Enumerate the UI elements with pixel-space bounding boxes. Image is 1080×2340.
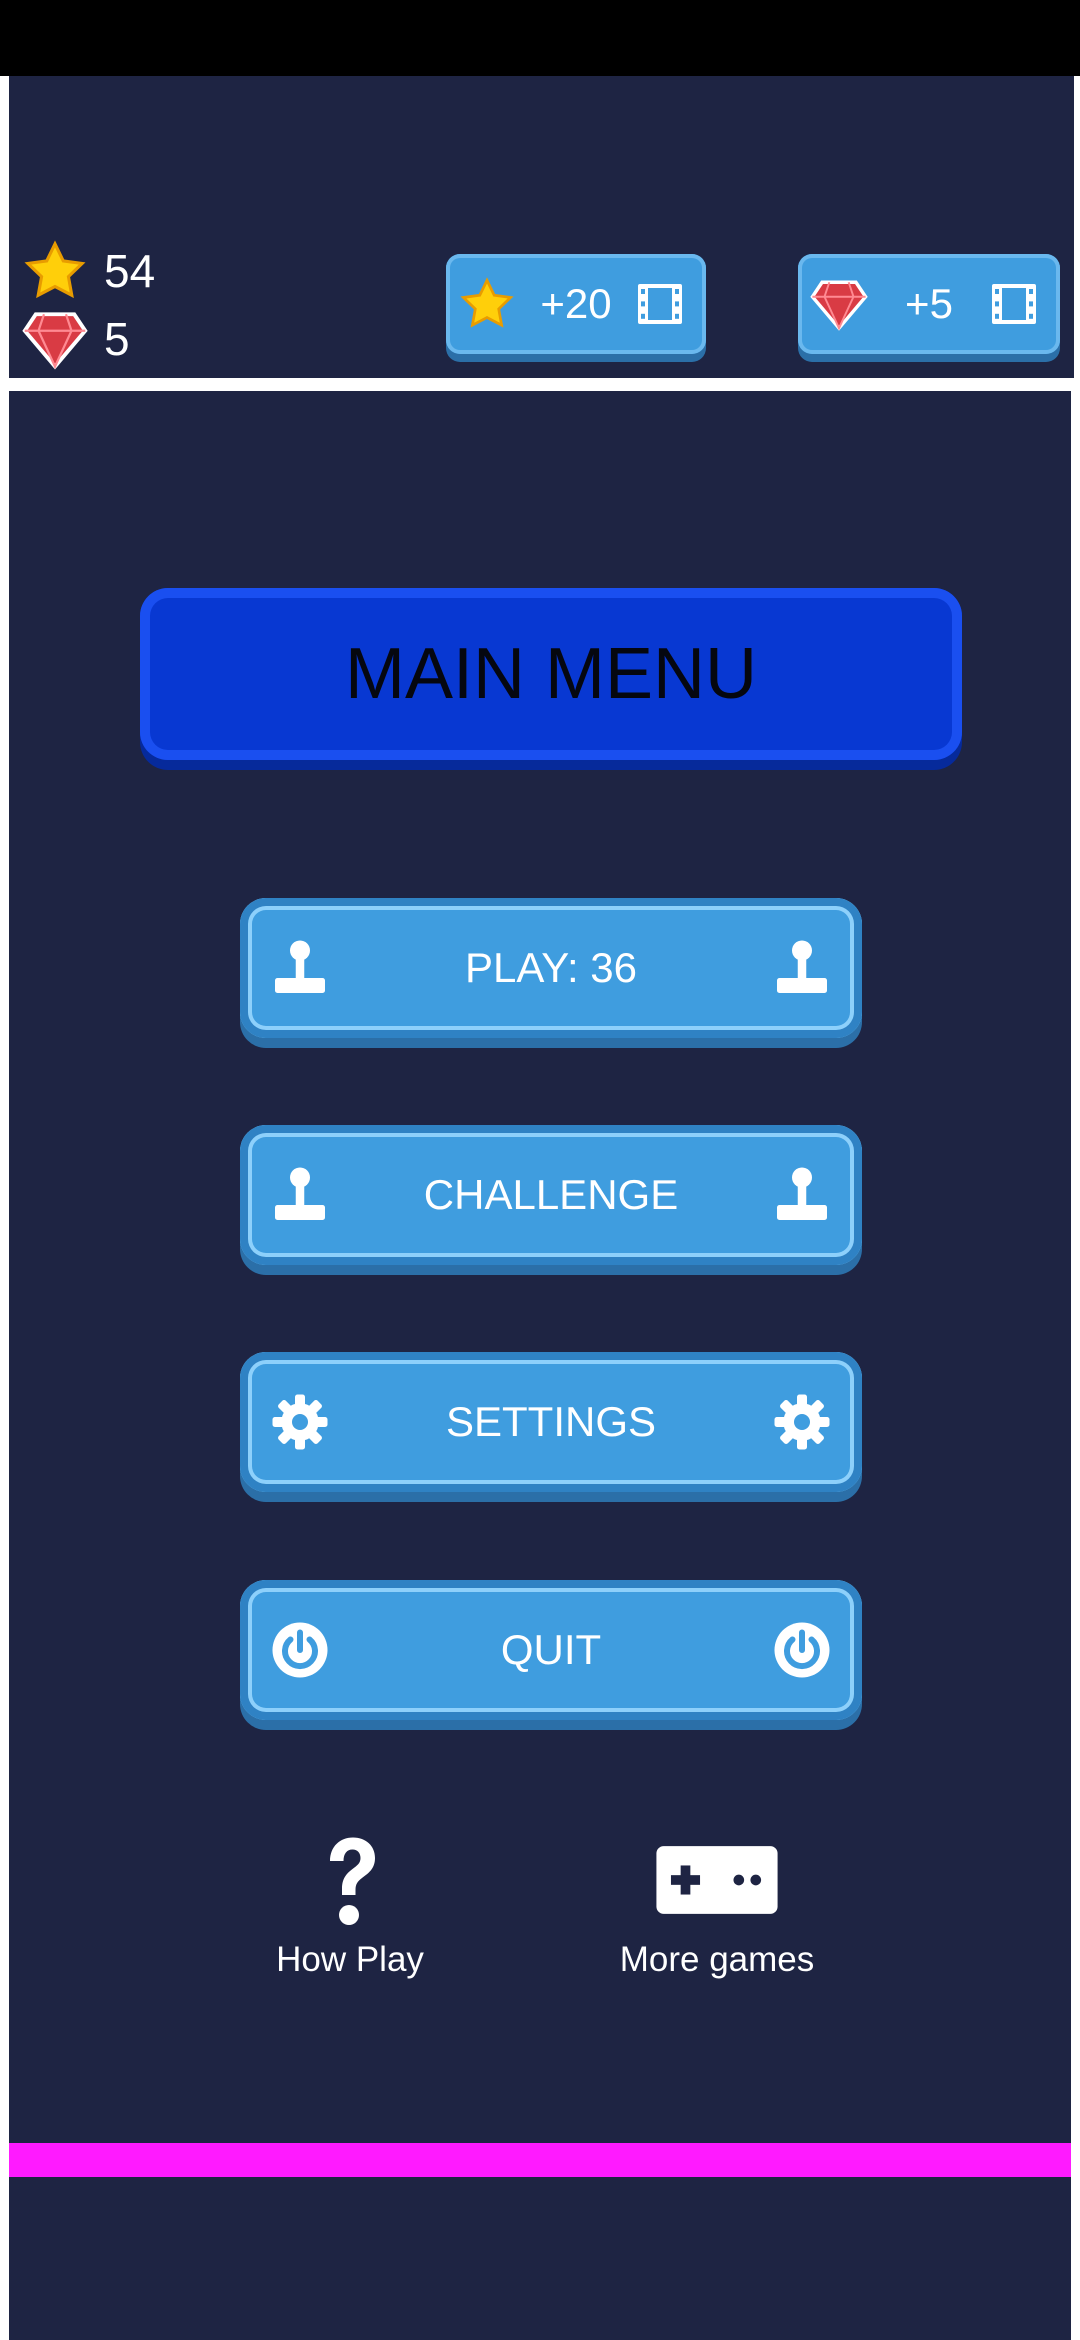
how-play-label: How Play [276, 1940, 424, 1979]
main-menu-title-box: MAIN MENU [140, 588, 962, 760]
play-button[interactable]: PLAY: 36 [240, 898, 862, 1038]
quit-button[interactable]: QUIT [240, 1580, 862, 1720]
joystick-icon [777, 1167, 827, 1220]
settings-button[interactable]: SETTINGS [240, 1352, 862, 1492]
star-icon [24, 240, 86, 299]
star-count: 54 [22, 240, 155, 302]
settings-button-label: SETTINGS [445, 1398, 657, 1445]
joystick-icon [275, 1167, 325, 1220]
power-icon [272, 1622, 328, 1678]
gear-icon [272, 1394, 328, 1450]
reward-gems-label: +5 [905, 280, 953, 327]
gamepad-icon [656, 1846, 778, 1914]
divider [0, 378, 1080, 391]
watch-ad-gems-button[interactable]: +5 [798, 254, 1060, 354]
film-icon [992, 284, 1036, 324]
challenge-button-label: CHALLENGE [423, 1171, 679, 1218]
gem-count-value: 5 [104, 313, 130, 365]
status-bar [0, 0, 1080, 76]
gear-icon [774, 1394, 830, 1450]
joystick-icon [275, 940, 325, 993]
gem-icon [810, 280, 868, 331]
more-games-button[interactable]: More games [597, 1830, 837, 1980]
challenge-button[interactable]: CHALLENGE [240, 1125, 862, 1265]
more-games-label: More games [619, 1940, 815, 1979]
question-mark-icon [330, 1837, 375, 1925]
watch-ad-stars-button[interactable]: +20 [446, 254, 706, 354]
gem-count: 5 [22, 308, 130, 370]
how-play-button[interactable]: How Play [230, 1830, 470, 1980]
quit-button-label: QUIT [500, 1626, 602, 1673]
power-icon [774, 1622, 830, 1678]
accent-bar [9, 2143, 1071, 2177]
play-button-label: PLAY: 36 [464, 944, 638, 991]
joystick-icon [777, 940, 827, 993]
film-icon [638, 284, 682, 324]
star-count-value: 54 [104, 245, 156, 297]
star-icon [460, 277, 514, 328]
page-title: MAIN MENU [345, 634, 757, 714]
reward-stars-label: +20 [540, 280, 612, 327]
gem-icon [22, 312, 88, 370]
